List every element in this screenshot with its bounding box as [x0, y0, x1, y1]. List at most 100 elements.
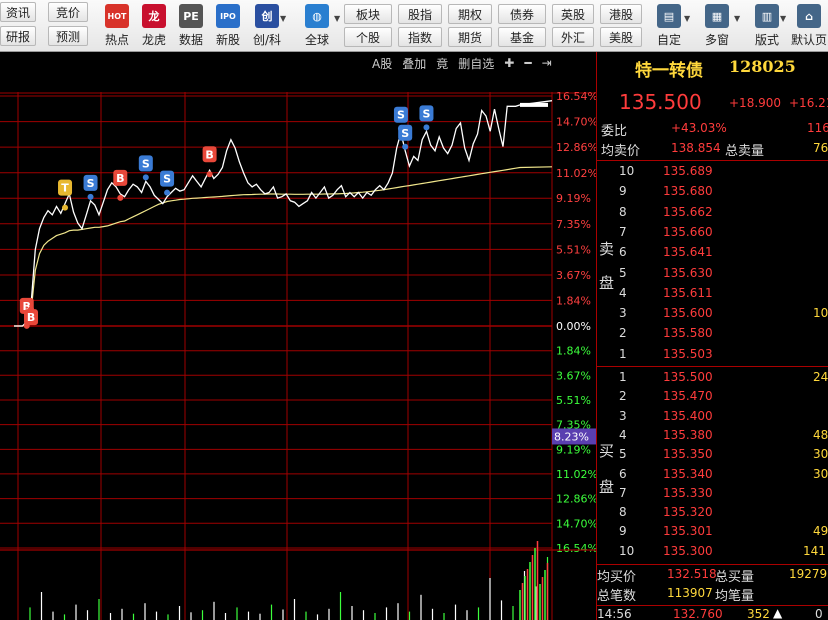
buy-rows-level-price[interactable]: 135.380 — [663, 428, 713, 442]
toolbar-yinggu-button[interactable]: 英股 — [552, 4, 594, 24]
chevron-down-icon[interactable]: ▼ — [334, 14, 340, 23]
xingu-icon: IPO — [216, 4, 240, 28]
toolbar-meigu-button[interactable]: 美股 — [600, 27, 642, 47]
y-axis-label: 11.02% — [556, 468, 596, 481]
divider — [597, 366, 828, 367]
trade-marker-label: S — [163, 173, 171, 186]
toolbar-redian-label: 热点 — [104, 33, 129, 47]
toolbar-redian-button[interactable]: HOT 热点 — [98, 2, 136, 50]
zixuan-icon: ▤ — [657, 4, 681, 28]
toolbar-quanqiu-button[interactable]: ◍ 全球 — [298, 2, 336, 50]
chart-toolbar: A股 叠加竟删自选 ✚ ━ ⇥ — [370, 54, 554, 72]
sell-rows-level-price[interactable]: 135.580 — [663, 326, 713, 340]
plus-icon[interactable]: ✚ — [502, 56, 516, 70]
buy-rows-level-price[interactable]: 135.500 — [663, 370, 713, 384]
toolbar-morenye-button[interactable]: ⌂ 默认页 — [790, 2, 828, 50]
sell-rows-level-price[interactable]: 135.503 — [663, 347, 713, 361]
buy-rows-level-number: 1 — [619, 370, 627, 384]
toolbar-waihui-button[interactable]: 外汇 — [552, 27, 594, 47]
overlay-button[interactable]: 叠加 — [400, 55, 428, 72]
toolbar-zixun-button[interactable]: 资讯 — [0, 2, 36, 22]
sell-side-char-2: 盘 — [599, 274, 615, 292]
toolbar-jingjia-button[interactable]: 竞价 — [48, 2, 88, 22]
sell-rows-level-number: 10 — [619, 164, 635, 178]
toolbar-jijin-button[interactable]: 基金 — [498, 27, 546, 47]
trade-marker-label: B — [116, 172, 124, 185]
longhu-icon: 龙 — [142, 4, 166, 28]
buy-rows-level-volume: 48 — [813, 427, 828, 442]
toolbar-shuju-button[interactable]: PE 数据 — [172, 2, 210, 50]
toolbar-zhishu-button[interactable]: 指数 — [398, 27, 442, 47]
total-sell-value: 76 — [813, 141, 828, 155]
sell-side-char-1: 卖 — [599, 240, 615, 258]
minus-icon[interactable]: ━ — [522, 56, 533, 70]
buy-side-char-2: 盘 — [599, 478, 615, 496]
toolbar-xingu-button[interactable]: IPO 新股 — [209, 2, 247, 50]
toolbar-banshi-label: 版式 — [754, 33, 779, 47]
crosshair-value-label: 8.23% — [554, 430, 589, 443]
buy-rows-level-price[interactable]: 135.301 — [663, 524, 713, 538]
quanqiu-icon: ◍ — [305, 4, 329, 28]
buy-rows-level-price[interactable]: 135.470 — [663, 389, 713, 403]
sell-rows-level-price[interactable]: 135.660 — [663, 225, 713, 239]
sell-rows-level-price[interactable]: 135.689 — [663, 164, 713, 178]
chevron-down-icon[interactable]: ▼ — [734, 14, 740, 23]
total-sell-label: 总卖量 — [725, 144, 765, 159]
sell-rows-level-price[interactable]: 135.611 — [663, 286, 713, 300]
sell-rows-level-price[interactable]: 135.630 — [663, 266, 713, 280]
buy-rows-level-price[interactable]: 135.350 — [663, 447, 713, 461]
buy-rows-level-number: 2 — [619, 389, 627, 404]
sell-rows-level-price[interactable]: 135.680 — [663, 184, 713, 198]
toolbar-bankuai-button[interactable]: 板块 — [344, 4, 392, 24]
buy-rows-level-price[interactable]: 135.340 — [663, 467, 713, 481]
y-axis-label: 5.51% — [556, 394, 591, 407]
expand-icon[interactable]: ⇥ — [540, 56, 554, 70]
toolbar-zixuan-label: 自定 — [656, 33, 681, 47]
toolbar-yuce-button[interactable]: 预测 — [48, 26, 88, 46]
chevron-down-icon[interactable]: ▼ — [280, 14, 286, 23]
trade-marker-label: S — [87, 177, 95, 190]
toolbar-chuangke-button[interactable]: 创创/科 — [248, 2, 286, 50]
chevron-down-icon[interactable]: ▼ — [780, 14, 786, 23]
chevron-down-icon[interactable]: ▼ — [684, 14, 690, 23]
avg-buy-label: 均买价 — [597, 570, 637, 585]
toolbar-gegu-button[interactable]: 个股 — [344, 27, 392, 47]
price-change-pct: +16.21 — [789, 96, 828, 110]
redian-icon: HOT — [105, 4, 129, 28]
toolbar-duochuang-button[interactable]: ▦ 多窗 — [698, 2, 736, 50]
toolbar-longhu-button[interactable]: 龙龙虎 — [135, 2, 173, 50]
divider — [597, 160, 828, 161]
trade-marker-dot — [423, 124, 430, 131]
avg-sell-value: 138.854 — [671, 141, 721, 155]
buy-rows-level-number: 7 — [619, 485, 627, 500]
toolbar-qiquan-button[interactable]: 期权 — [448, 4, 492, 24]
intraday-chart[interactable]: 16.54% 14.70% 12.86% 11.02% 9.19% 7.35% 5.51% 3… — [0, 52, 596, 620]
y-axis-label: 14.70% — [556, 116, 596, 129]
sell-rows-level-volume: 10 — [813, 306, 828, 321]
trade-marker-label: B — [205, 148, 213, 161]
sell-rows-level-price[interactable]: 135.600 — [663, 306, 713, 320]
total-buy-label: 总买量 — [715, 570, 755, 585]
total-buy-value: 19279 — [789, 567, 828, 581]
tick-side: 0 — [815, 607, 823, 620]
buy-rows-level-price[interactable]: 135.330 — [663, 486, 713, 500]
buy-rows-level-price[interactable]: 135.300 — [663, 544, 713, 558]
toolbar-banshi-button[interactable]: ▥ 版式 — [748, 2, 786, 50]
banshi-icon: ▥ — [755, 4, 779, 28]
toolbar-qihuo-button[interactable]: 期货 — [448, 27, 492, 47]
toolbar-guzhi-button[interactable]: 股指 — [398, 4, 442, 24]
toolbar-zixuan-button[interactable]: ▤ 自定 — [650, 2, 688, 50]
toolbar-yanbao-button[interactable]: 研报 — [0, 26, 36, 46]
toolbar-zhaiquan-button[interactable]: 债券 — [498, 4, 546, 24]
buy-rows-level-price[interactable]: 135.400 — [663, 409, 713, 423]
y-axis-label: 3.67% — [556, 369, 591, 382]
buy-rows-level-volume: 30 — [813, 447, 828, 462]
sell-rows-level-number: 3 — [619, 306, 627, 321]
delete-watchlist-button[interactable]: 删自选 — [456, 55, 496, 72]
a-share-tab[interactable]: A股 — [370, 55, 394, 72]
buy-rows-level-price[interactable]: 135.320 — [663, 505, 713, 519]
toolbar-ganggu-button[interactable]: 港股 — [600, 4, 642, 24]
compete-button[interactable]: 竟 — [434, 55, 450, 72]
sell-rows-level-price[interactable]: 135.641 — [663, 245, 713, 259]
sell-rows-level-price[interactable]: 135.662 — [663, 205, 713, 219]
